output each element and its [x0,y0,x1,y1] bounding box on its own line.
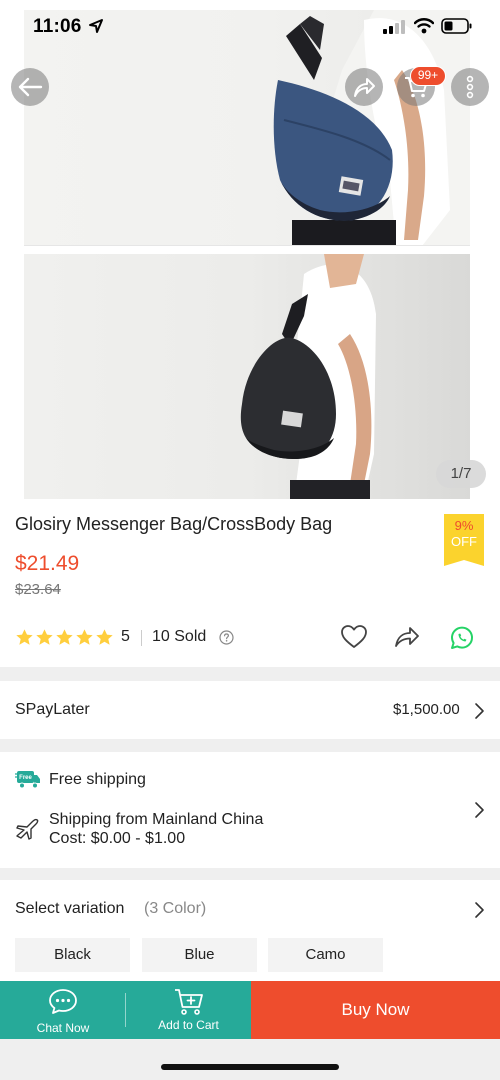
wifi-icon [414,18,434,34]
add-to-cart-label: Add to Cart [158,1018,219,1032]
star-icon [76,629,93,645]
section-separator [0,868,500,880]
product-photo-black-bag[interactable] [24,254,470,499]
add-to-cart-icon [174,989,203,1015]
home-indicator[interactable] [161,1064,339,1070]
status-bar: 11:06 [0,0,500,56]
home-indicator-area [0,1039,500,1080]
buy-now-button[interactable]: Buy Now [251,981,500,1039]
back-button[interactable] [11,68,49,106]
rating-divider [141,630,142,646]
rating-row: 5 10 Sold [15,624,485,652]
free-shipping-truck-icon: Free [15,771,40,789]
star-icon [36,629,53,645]
image-counter: 1/7 [436,460,486,488]
rating-value: 5 [121,628,130,645]
chat-now-button[interactable]: Chat Now [0,981,126,1039]
free-shipping-label: Free shipping [49,771,146,788]
sold-count: 10 Sold [152,628,207,645]
cellular-signal-icon [383,20,405,34]
whatsapp-icon[interactable] [446,624,476,652]
add-to-cart-button[interactable]: Add to Cart [126,981,251,1039]
star-icon [96,629,113,645]
help-circle-icon[interactable] [219,630,234,645]
share-arrow-icon [354,78,375,97]
battery-icon [441,18,472,34]
more-options-button[interactable] [451,68,489,106]
bottom-action-bar: Chat Now Add to Cart Buy Now [0,981,500,1039]
section-separator [0,667,500,681]
arrow-left-icon [18,77,43,97]
variation-count: (3 Color) [144,900,207,917]
heart-icon[interactable] [340,624,368,650]
variation-option-camo[interactable]: Camo [268,938,383,972]
share-button-top[interactable] [345,68,383,106]
black-bag-illustration [240,254,376,499]
variation-option-blue[interactable]: Blue [142,938,257,972]
more-vertical-icon [466,75,474,99]
location-arrow-icon [89,19,103,33]
chevron-right-icon [475,802,484,818]
chevron-right-icon [475,902,484,918]
spaylater-label: SPayLater [15,701,90,718]
spaylater-amount: $1,500.00 [393,701,460,718]
variation-option-black[interactable]: Black [15,938,130,972]
product-title: Glosiry Messenger Bag/CrossBody Bag [15,514,333,534]
original-price: $23.64 [15,581,61,598]
star-icon [56,629,73,645]
shipping-cost-label: Cost: $0.00 - $1.00 [49,830,186,847]
chat-bubble-icon [49,989,77,1014]
current-price: $21.49 [15,552,80,575]
cart-count-badge: 99+ [410,66,446,86]
shipping-from-label: Shipping from Mainland China [49,811,264,828]
variation-title: Select variation [15,900,125,917]
chat-now-label: Chat Now [36,1021,90,1035]
discount-badge: 9% OFF [444,514,484,566]
airplane-icon [16,818,39,840]
star-icon [16,629,33,645]
discount-off-label: OFF [451,534,477,549]
chevron-right-icon [475,703,484,719]
share-icon[interactable] [393,624,421,650]
status-time: 11:06 [33,16,82,37]
free-badge-text: Free [19,775,32,781]
rating-stars [15,628,114,647]
discount-percent: 9% [454,518,474,533]
section-separator [0,739,500,752]
